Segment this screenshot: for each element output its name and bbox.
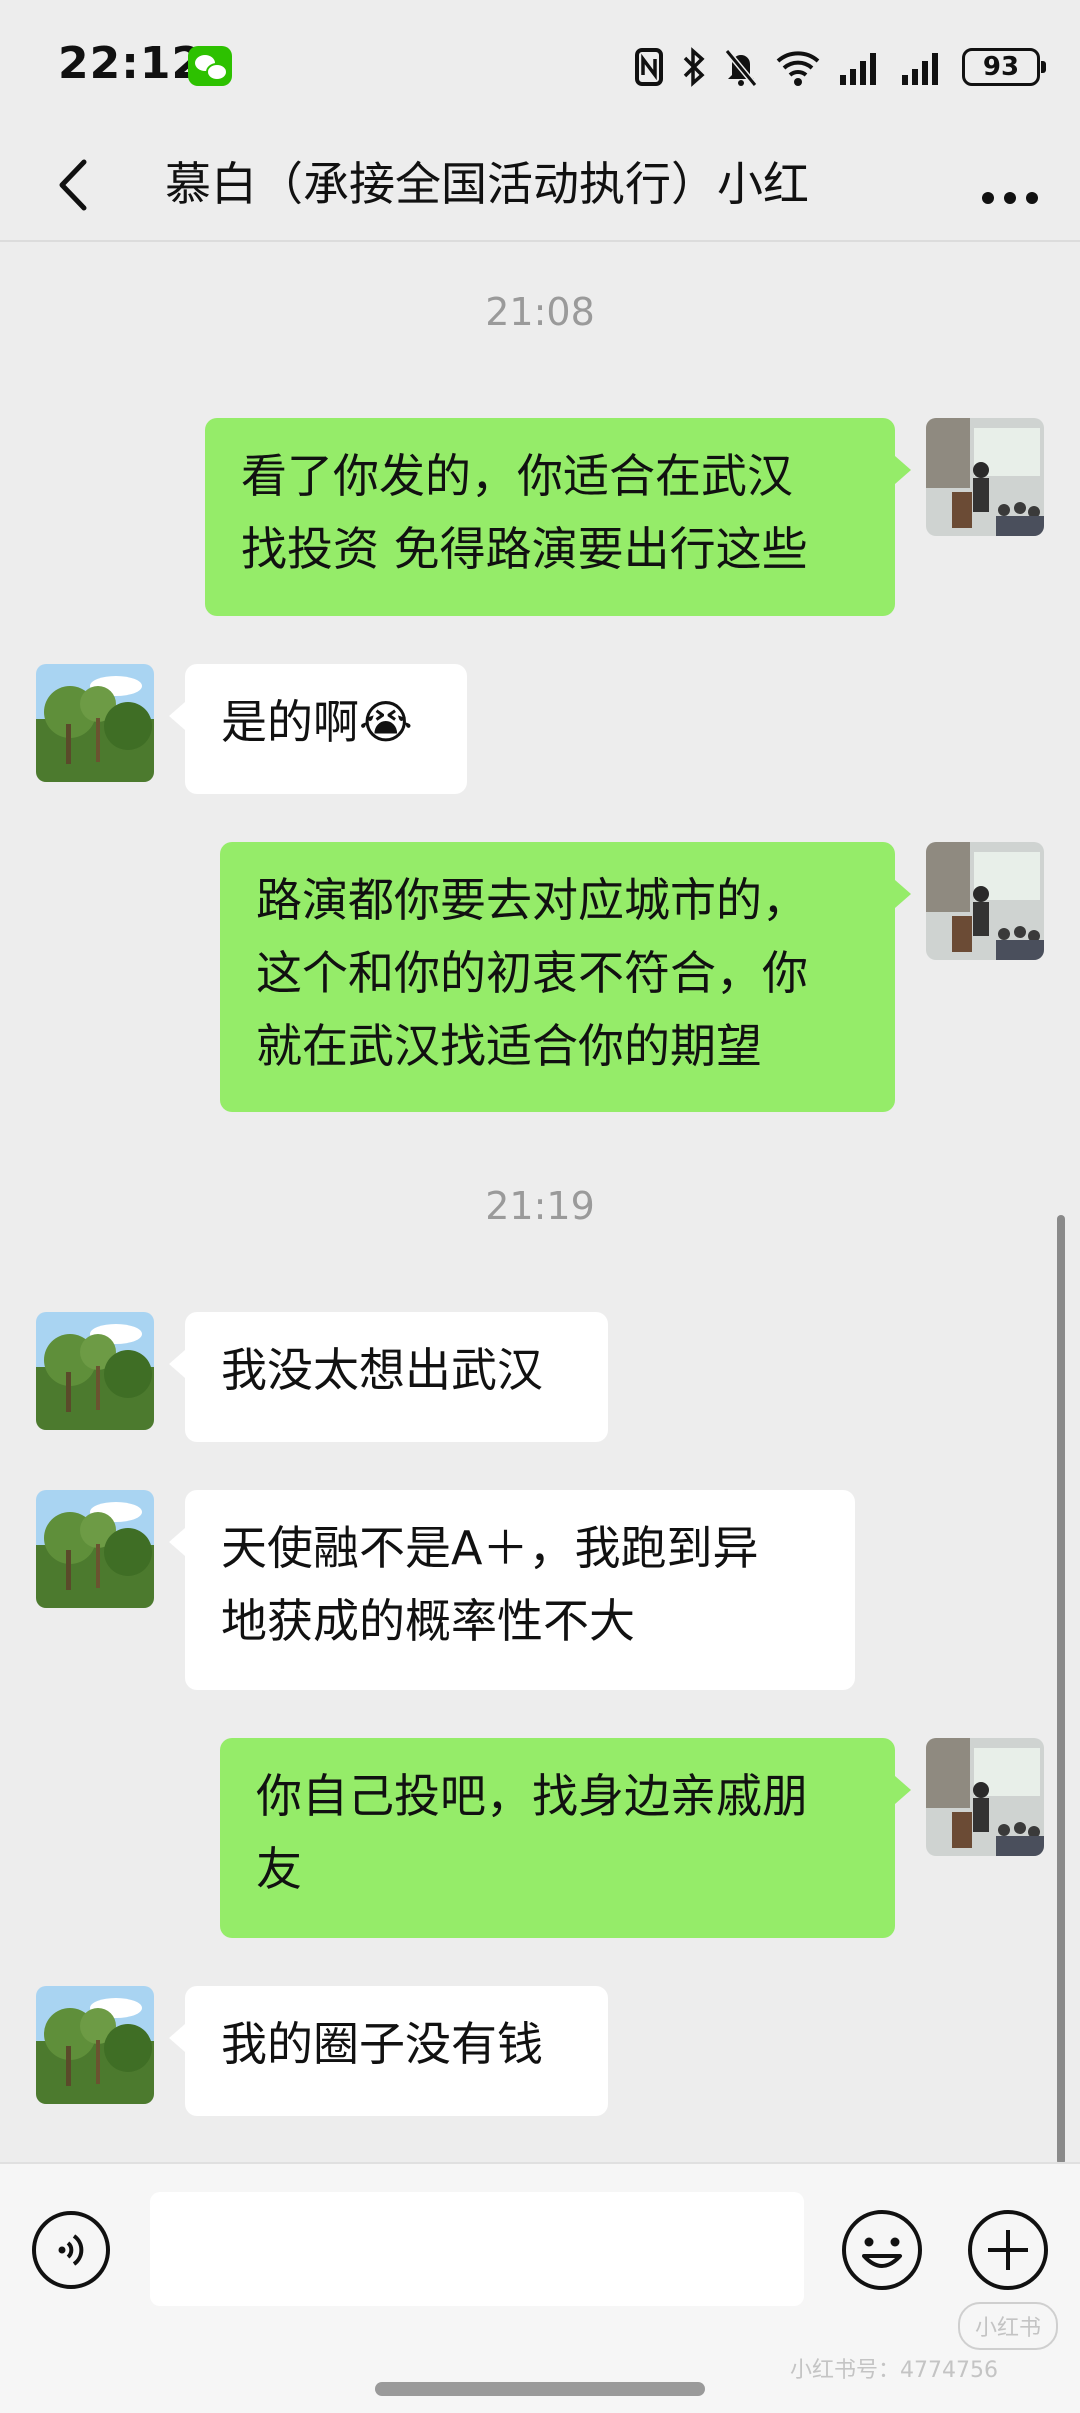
battery-icon: 93 (962, 48, 1046, 86)
message-bubble-outgoing[interactable]: 你自己投吧，找身边亲戚朋 友 (220, 1738, 911, 1938)
message-bubble-incoming[interactable]: 是的啊😭 (169, 664, 467, 794)
voice-icon[interactable] (30, 2209, 112, 2291)
message-text: 我的圈子没有钱 (221, 2017, 543, 2071)
message-text: 你自己投吧，找身边亲戚朋 (256, 1769, 808, 1823)
contact-avatar[interactable] (36, 1986, 154, 2104)
message-text: 路演都你要去对应城市的， (256, 873, 808, 927)
message-text: 我没太想出武汉 (221, 1343, 543, 1397)
wechat-app-icon (188, 46, 232, 86)
emoji-icon[interactable] (840, 2208, 924, 2292)
signal-icon (902, 53, 938, 85)
chat-scrollbar[interactable] (1057, 1215, 1065, 2165)
wifi-icon (776, 51, 820, 86)
message-text: 天使融不是A＋，我跑到异 (221, 1521, 759, 1575)
contact-avatar[interactable] (36, 664, 154, 782)
chat-title: 慕白（承接全国活动执行）小红 (165, 157, 809, 211)
mute-bell-icon (724, 49, 758, 87)
message-bubble-outgoing[interactable]: 看了你发的，你适合在武汉 找投资 免得路演要出行这些 (205, 418, 911, 616)
chevron-left-icon[interactable] (40, 150, 110, 220)
chat-header: 慕白（承接全国活动执行）小红 (0, 130, 1080, 240)
message-bubble-incoming[interactable]: 天使融不是A＋，我跑到异 地获成的概率性不大 (169, 1490, 855, 1690)
bluetooth-icon (683, 47, 705, 87)
message-bubble-incoming[interactable]: 我没太想出武汉 (169, 1312, 608, 1442)
more-dots-icon[interactable] (970, 150, 1050, 220)
xiaohongshu-watermark-logo: 小红书 (958, 2302, 1058, 2350)
input-bar: 小红书 小红书号：4774756 (0, 2162, 1080, 2413)
message-text: 这个和你的初衷不符合，你 (256, 946, 808, 1000)
crying-face-emoji: 😭 (359, 695, 413, 749)
my-avatar[interactable] (926, 418, 1044, 536)
message-timestamp: 21:08 (485, 290, 595, 334)
header-divider (0, 240, 1080, 242)
message-text: 友 (256, 1842, 302, 1896)
home-indicator[interactable] (375, 2382, 705, 2396)
signal-icon (840, 53, 876, 85)
status-icons: 93 (634, 42, 1046, 92)
message-text: 找投资 免得路演要出行这些 (241, 522, 808, 576)
message-input[interactable] (150, 2192, 804, 2306)
message-text: 就在武汉找适合你的期望 (256, 1019, 762, 1073)
message-text: 看了你发的，你适合在武汉 (241, 449, 793, 503)
message-text: 地获成的概率性不大 (221, 1594, 635, 1648)
status-bar: 22:12 93 (0, 0, 1080, 130)
my-avatar[interactable] (926, 1738, 1044, 1856)
my-avatar[interactable] (926, 842, 1044, 960)
message-text: 是的啊 (221, 695, 359, 749)
message-bubble-incoming[interactable]: 我的圈子没有钱 (169, 1986, 608, 2116)
message-timestamp: 21:19 (485, 1184, 595, 1228)
message-bubble-outgoing[interactable]: 路演都你要去对应城市的， 这个和你的初衷不符合，你 就在武汉找适合你的期望 (220, 842, 911, 1112)
contact-avatar[interactable] (36, 1312, 154, 1430)
battery-level: 93 (982, 52, 1020, 82)
status-time: 22:12 (58, 38, 204, 89)
contact-avatar[interactable] (36, 1490, 154, 1608)
xiaohongshu-watermark-text: 小红书号：4774756 (790, 2358, 998, 2383)
nfc-icon (635, 48, 663, 86)
plus-icon[interactable] (966, 2208, 1050, 2292)
